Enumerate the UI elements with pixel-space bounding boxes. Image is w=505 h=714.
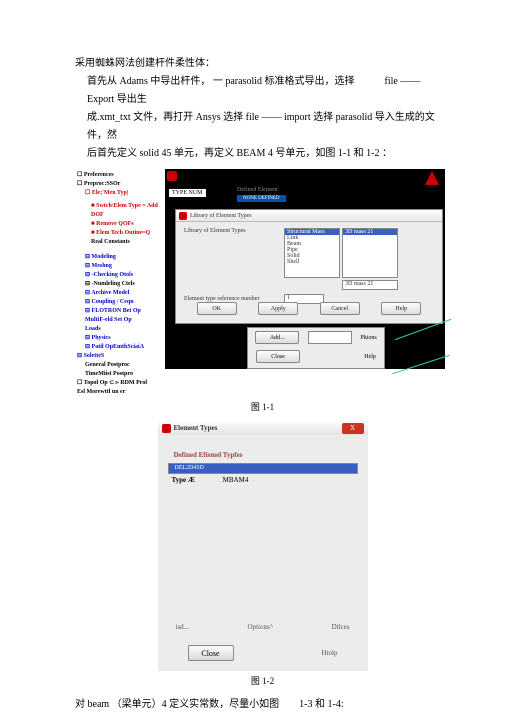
doc-para1: 首先从 Adams 中导出杆件， 一 parasolid 标准格式导出，选择fi…: [75, 73, 450, 109]
doc-bottom-line: 对 beam （梁单元）4 定义实常数，尽量小如图 1-3 和 1-4:: [75, 695, 450, 710]
close-button[interactable]: Close: [188, 645, 234, 661]
ok-button[interactable]: OK: [197, 302, 237, 315]
tree-item[interactable]: ⊟ -Checking Otols: [77, 271, 163, 280]
outline-tree: ☐ Preferences ☐ Preproc:SSOr ☐ Ele;'Men …: [75, 169, 163, 397]
element-types-subdialog: Add... Pkions Close Help: [247, 327, 385, 369]
subdialog-input[interactable]: [308, 331, 352, 344]
tree-item[interactable]: ☐ Preferences: [77, 171, 163, 180]
bottom-a: 对 beam （梁单元）4 定义实常数，尽量小如图: [75, 699, 279, 710]
p1a: 首先从 Adams 中导出杆件，: [87, 76, 213, 87]
bot-label-3: Dtlces: [332, 623, 350, 631]
none-defined-badge: NONE DEFINED: [237, 195, 286, 202]
bot-label-1: isd...: [176, 623, 189, 631]
list-item[interactable]: DEL2D45D: [169, 464, 357, 473]
doc-heading: 采用蜘蛛网法创建杆件柔性体：: [75, 55, 450, 73]
tree-item[interactable]: ⊟ Archive Model: [77, 289, 163, 298]
list-item[interactable]: 3D mass 21: [343, 229, 397, 235]
tree-item[interactable]: ■ Remove QOFs: [77, 220, 163, 229]
model-edge-line: [392, 355, 449, 374]
defined-types-label: Defined Efismel Typfes: [174, 451, 358, 459]
tree-item[interactable]: Esl Morewttl un er: [77, 388, 163, 397]
pkions-label: Pkions: [360, 335, 376, 341]
category-list[interactable]: Structural Mass Link Beam Pipe Solid She…: [284, 228, 340, 278]
ansys-logo-icon: [162, 424, 171, 433]
element-selected-display: 3D mass 21: [342, 280, 398, 290]
figure-2-caption: 图 1-2: [75, 674, 450, 687]
doc-para2: 成.xmt_txt 文件，再打开 Ansys 选择 file —— import…: [75, 109, 450, 145]
close-button[interactable]: Close: [256, 350, 300, 363]
tree-item[interactable]: MultiF-eld Set Op: [77, 316, 163, 325]
ansys-titlebar: [165, 169, 445, 183]
tree-item[interactable]: Real Constants: [77, 238, 163, 247]
tree-item[interactable]: General Postproc: [77, 361, 163, 370]
types-listbox[interactable]: DEL2D45D: [168, 463, 358, 474]
tree-item[interactable]: ⊟ -Numleling Ctels: [77, 280, 163, 289]
doc-para3: 后首先定义 solid 45 单元，再定义 BEAM 4 号单元，如图 1-1 …: [75, 145, 450, 163]
element-list[interactable]: 3D mass 21: [342, 228, 398, 278]
tree-item[interactable]: ⊟ Coupling / Ceqn: [77, 298, 163, 307]
list-item[interactable]: Shell: [285, 259, 339, 265]
tree-item[interactable]: ⊟ SoletteS: [77, 352, 163, 361]
add-button[interactable]: Add...: [255, 331, 299, 344]
ansys-graphics-window: TYPE NUM Defined Element NONE DEFINED Li…: [165, 169, 445, 369]
figure-1-caption: 图 1-1: [75, 400, 450, 413]
type-row-a: Type Æ: [172, 476, 195, 484]
library-dialog-titlebar[interactable]: Library of Element Types: [176, 210, 442, 222]
help-label: Help: [364, 354, 376, 360]
tree-item[interactable]: ■ Swtch\Elem Type = Add: [77, 202, 163, 211]
apply-button[interactable]: Apply: [258, 302, 298, 315]
figure-1: ☐ Preferences ☐ Preproc:SSOr ☐ Ele;'Men …: [75, 169, 450, 397]
tree-item[interactable]: DOF: [77, 211, 163, 220]
library-dialog: Library of Element Types Library of Elem…: [175, 209, 443, 324]
cancel-button[interactable]: Cancel: [320, 302, 360, 315]
figure-2: Element Types X Defined Efismel Typfes D…: [158, 421, 368, 671]
ansys-logo-icon: [179, 212, 187, 220]
close-icon[interactable]: X: [342, 423, 364, 434]
tree-item[interactable]: ■ Elem Tech Outine=Q: [77, 229, 163, 238]
help-label: Htolp: [322, 649, 338, 657]
tree-item[interactable]: ☐ Topol Op ⊂ ▹ RDM Prol: [77, 379, 163, 388]
tree-item[interactable]: ⊟ Physics: [77, 334, 163, 343]
type-row: Type Æ MBAM4: [172, 476, 358, 484]
defined-element-label: Defined Element: [237, 187, 278, 193]
tree-item[interactable]: ⊟ Patil OpEmthSciaiA: [77, 343, 163, 352]
ansys-logo-icon: [167, 171, 177, 181]
dialog-title: Element Types: [174, 424, 218, 432]
library-label: Library of Element Types: [184, 228, 284, 234]
type-num-label: TYPE NUM: [169, 189, 206, 197]
bot-label-2: Options^: [248, 623, 273, 631]
tree-item[interactable]: ⊟ FLOTRON Bet Op: [77, 307, 163, 316]
tree-item[interactable]: ⊟ Meshng: [77, 262, 163, 271]
p1b: parasolid 标准格式导出，选择: [223, 76, 355, 87]
tree-item[interactable]: TimeMiist Postpro: [77, 370, 163, 379]
tree-item[interactable]: ☐ Ele;'Men Typ|: [77, 189, 163, 198]
type-row-b: MBAM4: [223, 476, 249, 484]
tree-item[interactable]: Loads: [77, 325, 163, 334]
tree-item[interactable]: ⊟ Modeling: [77, 253, 163, 262]
tree-item[interactable]: ☐ Preproc:SSOr: [77, 180, 163, 189]
dialog-titlebar[interactable]: Element Types X: [158, 421, 368, 435]
help-button[interactable]: Help: [381, 302, 421, 315]
library-dialog-title: Library of Element Types: [190, 213, 252, 219]
bottom-b: 1-3 和 1-4:: [299, 699, 343, 710]
